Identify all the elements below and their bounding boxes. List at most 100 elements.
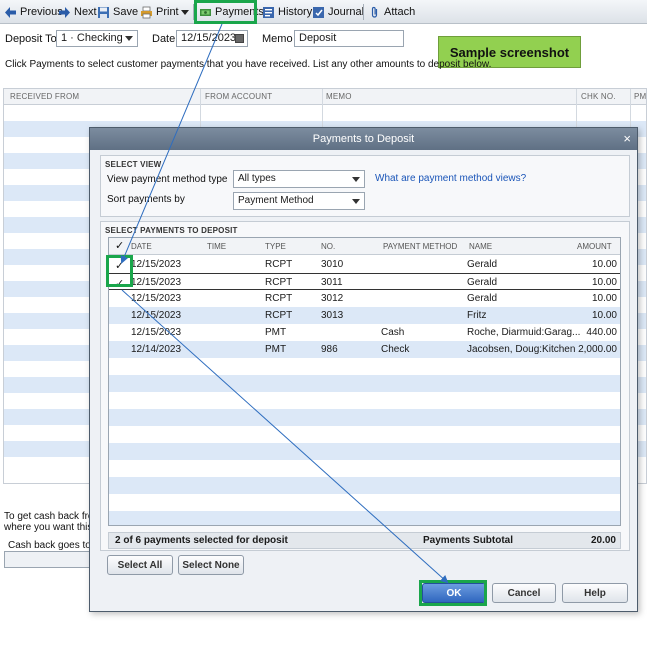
journal-button[interactable]: Journal	[312, 3, 364, 21]
table-row[interactable]	[109, 392, 620, 409]
select-view-group: SELECT VIEW View payment method type All…	[100, 155, 630, 217]
table-row[interactable]	[109, 460, 620, 477]
row-no: 986	[321, 344, 338, 355]
calendar-icon[interactable]	[235, 34, 244, 43]
ok-highlight-box	[419, 580, 487, 606]
memo-field[interactable]: Deposit	[294, 30, 404, 47]
row-type: PMT	[265, 344, 287, 355]
table-row[interactable]	[109, 443, 620, 460]
col-name[interactable]: NAME	[469, 242, 492, 251]
col-chk-no: CHK NO.	[581, 92, 616, 101]
table-row[interactable]	[109, 426, 620, 443]
table-row[interactable]: 12/15/2023 RCPT 3013 Fritz 10.00	[109, 307, 620, 324]
table-row[interactable]	[109, 477, 620, 494]
row-type: RCPT	[265, 293, 293, 304]
select-view-title: SELECT VIEW	[105, 160, 162, 169]
payments-subtotal-label: Payments Subtotal	[423, 535, 514, 546]
col-payment-method[interactable]: PAYMENT METHOD	[383, 242, 457, 251]
table-row[interactable]	[109, 375, 620, 392]
row-type: RCPT	[265, 259, 293, 270]
col-received-from: RECEIVED FROM	[10, 92, 80, 101]
sort-payments-dropdown[interactable]: Payment Method	[233, 192, 365, 210]
payments-grid-header: ✓ DATE TIME TYPE NO. PAYMENT METHOD NAME…	[109, 238, 620, 255]
row-no: 3012	[321, 293, 344, 304]
row-type: PMT	[265, 327, 287, 338]
row-no: 3013	[321, 310, 344, 321]
help-button[interactable]: Help	[562, 583, 628, 603]
previous-button[interactable]: Previous	[4, 3, 63, 21]
table-row[interactable]: ✓ 12/15/2023 RCPT 3010 Gerald 10.00	[109, 256, 620, 273]
row-name: Gerald	[467, 277, 498, 288]
col-pmt: PMT	[634, 92, 647, 101]
table-row[interactable]	[109, 511, 620, 525]
table-row[interactable]	[109, 494, 620, 511]
deposit-to-combo[interactable]: 1 · Checking	[56, 30, 138, 47]
sort-payments-label: Sort payments by	[107, 194, 185, 205]
select-none-button[interactable]: Select None	[178, 555, 244, 575]
col-date[interactable]: DATE	[131, 242, 152, 251]
deposit-instructions: Click Payments to select customer paymen…	[5, 59, 492, 70]
payments-summary-bar: 2 of 6 payments selected for deposit Pay…	[108, 532, 621, 549]
col-from-account: FROM ACCOUNT	[205, 92, 273, 101]
cash-back-goes-to-label: Cash back goes to	[8, 540, 91, 551]
row-name: Roche, Diarmuid:Garag...	[467, 327, 581, 338]
payment-method-type-dropdown[interactable]: All types	[233, 170, 365, 188]
save-button[interactable]: Save	[97, 3, 138, 21]
next-arrow-icon	[58, 6, 71, 19]
toolbar: Previous Next Save Print Payments Histor…	[0, 0, 647, 24]
history-icon	[262, 6, 275, 19]
table-row[interactable]: 12/15/2023 PMT Cash Roche, Diarmuid:Gara…	[109, 324, 620, 341]
next-button[interactable]: Next	[58, 3, 97, 21]
cash-back-instructions-1: To get cash back from	[4, 511, 102, 522]
col-amount[interactable]: AMOUNT	[577, 242, 612, 251]
col-time[interactable]: TIME	[207, 242, 226, 251]
payment-method-views-link[interactable]: What are payment method views?	[375, 173, 526, 184]
attach-button[interactable]: Attach	[368, 3, 415, 21]
col-no[interactable]: NO.	[321, 242, 335, 251]
cancel-button[interactable]: Cancel	[492, 583, 556, 603]
close-icon[interactable]: ×	[623, 131, 631, 147]
row-amount: 10.00	[591, 310, 617, 321]
row-amount: 10.00	[591, 259, 617, 270]
paperclip-icon	[368, 6, 381, 19]
date-label: Date	[152, 33, 176, 45]
row-date: 12/15/2023	[131, 259, 182, 270]
table-row[interactable]: 12/14/2023 PMT 986 Check Jacobsen, Doug:…	[109, 341, 620, 358]
table-row[interactable]	[4, 105, 646, 121]
table-row[interactable]	[109, 358, 620, 375]
table-row[interactable]: 12/15/2023 RCPT 3012 Gerald 10.00	[109, 290, 620, 307]
chevron-down-icon	[352, 199, 360, 204]
dialog-title: Payments to Deposit	[312, 133, 415, 145]
previous-arrow-icon	[4, 6, 17, 19]
selected-count-text: 2 of 6 payments selected for deposit	[115, 535, 288, 546]
row-name: Gerald	[467, 259, 498, 270]
table-row[interactable]	[109, 409, 620, 426]
memo-label: Memo	[262, 33, 293, 45]
chevron-down-icon	[181, 9, 189, 15]
select-all-button[interactable]: Select All	[107, 555, 173, 575]
row-date: 12/15/2023	[131, 293, 182, 304]
row-name: Jacobsen, Doug:Kitchen	[467, 344, 576, 355]
chevron-down-icon	[352, 177, 360, 182]
save-disk-icon	[97, 6, 110, 19]
toolbar-divider	[363, 4, 364, 20]
payment-method-type-label: View payment method type	[107, 174, 228, 185]
cash-back-account-field[interactable]	[4, 551, 90, 568]
col-type[interactable]: TYPE	[265, 242, 286, 251]
table-row[interactable]: ✓ 12/15/2023 RCPT 3011 Gerald 10.00	[109, 273, 620, 290]
checkmarks-highlight-box	[106, 255, 133, 287]
row-date: 12/15/2023	[131, 310, 182, 321]
print-button[interactable]: Print	[140, 3, 179, 21]
deposit-to-label: Deposit To	[5, 33, 57, 45]
col-memo: MEMO	[326, 92, 352, 101]
col-check[interactable]: ✓	[115, 239, 124, 252]
dialog-title-bar: Payments to Deposit ×	[90, 128, 637, 150]
row-amount: 10.00	[591, 277, 617, 288]
row-no: 3011	[321, 277, 343, 288]
row-type: RCPT	[265, 277, 293, 288]
history-button[interactable]: History	[262, 3, 312, 21]
chevron-down-icon	[125, 36, 133, 41]
row-amount: 10.00	[591, 293, 617, 304]
date-field[interactable]: 12/15/2023	[176, 30, 248, 47]
print-dropdown-arrow[interactable]	[181, 3, 191, 21]
